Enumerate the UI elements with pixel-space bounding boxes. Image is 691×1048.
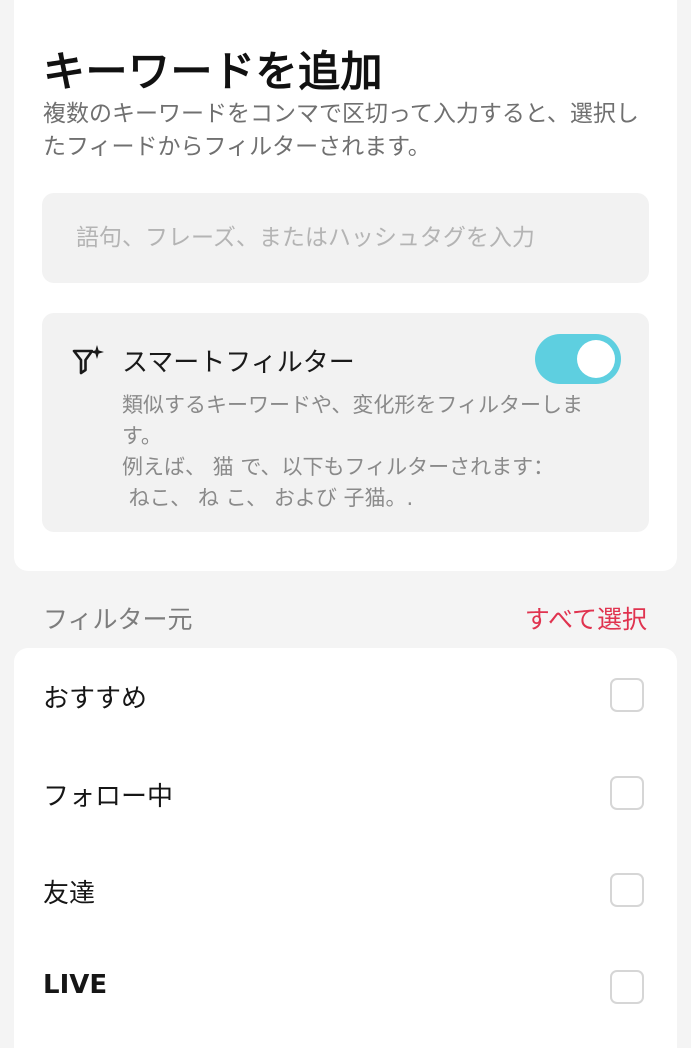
smart-filter-example-line2: ねこ、 ね こ、 および 子猫。. <box>122 486 414 510</box>
smart-filter-panel: スマートフィルター 類似するキーワードや、変化形をフィルターします。 例えば、 … <box>42 313 649 532</box>
keyword-input[interactable] <box>74 224 649 252</box>
keyword-input-container[interactable] <box>42 193 649 283</box>
smart-filter-example-line1: 例えば、 猫 で、以下もフィルターされます： <box>122 455 555 479</box>
filter-source-list: おすすめ フォロー中 友達 LIVE <box>14 648 677 1048</box>
list-item-friends[interactable]: 友達 <box>14 843 677 941</box>
checkbox-recommended[interactable] <box>610 678 644 712</box>
filter-source-header: フィルター元 <box>43 605 193 634</box>
list-item-live[interactable]: LIVE <box>14 940 677 1038</box>
list-item-recommended[interactable]: おすすめ <box>14 648 677 746</box>
smart-filter-icon <box>72 345 104 375</box>
checkbox-following[interactable] <box>610 776 644 810</box>
checkbox-live[interactable] <box>610 970 644 1004</box>
checkbox-friends[interactable] <box>610 873 644 907</box>
list-item-label: LIVE <box>43 970 108 1000</box>
page-title: キーワードを追加 <box>43 47 384 96</box>
smart-filter-description: 類似するキーワードや、変化形をフィルターします。 <box>122 393 583 448</box>
select-all-button[interactable]: すべて選択 <box>525 600 647 636</box>
list-item-label: フォロー中 <box>43 782 174 812</box>
add-keyword-card: キーワードを追加 複数のキーワードをコンマで区切って入力すると、選択したフィード… <box>14 0 677 571</box>
page-description: 複数のキーワードをコンマで区切って入力すると、選択したフィードからフィルターされ… <box>43 101 639 160</box>
smart-filter-title: スマートフィルター <box>122 348 355 378</box>
smart-filter-example: 例えば、 猫 で、以下もフィルターされます： ねこ、 ね こ、 および 子猫。. <box>122 452 632 514</box>
list-item-label: おすすめ <box>43 684 148 714</box>
list-item-label: 友達 <box>43 879 96 909</box>
toggle-knob <box>577 340 615 378</box>
list-item-following[interactable]: フォロー中 <box>14 746 677 844</box>
smart-filter-toggle[interactable] <box>535 334 621 384</box>
